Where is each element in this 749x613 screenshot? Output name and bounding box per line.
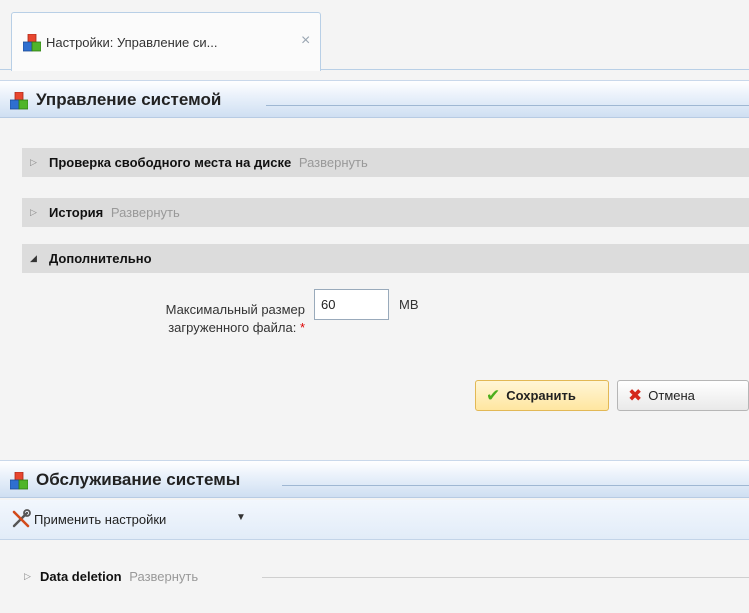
accordion-data-deletion[interactable]: ▷ Data deletion Развернуть [0,565,749,589]
blocks-icon [10,92,28,110]
accordion-title: История [49,205,104,220]
cancel-button[interactable]: ✖ Отмена [617,380,749,411]
accordion-additional[interactable]: ◢ Дополнительно [22,244,749,273]
checkmark-icon: ✔ [486,385,501,405]
apply-settings-button[interactable]: Применить настройки [34,512,166,527]
cancel-button-label: Отмена [648,388,695,403]
tab-settings[interactable]: Настройки: Управление си... × [11,12,321,71]
max-file-size-label: Максимальный размер загруженного файла: … [96,301,305,337]
label-line: загруженного файла: [168,320,297,335]
dropdown-caret-icon[interactable]: ▼ [236,512,246,523]
accordion-title: Дополнительно [49,251,152,266]
tools-icon [12,509,31,528]
accordion-history[interactable]: ▷ История Развернуть [22,198,749,227]
blocks-icon [23,34,41,52]
expand-arrow-icon: ▷ [30,207,37,217]
unit-label: MB [399,297,419,312]
accordion-title: Проверка свободного места на диске [49,155,292,170]
tab-strip: Настройки: Управление си... × [0,0,749,71]
tab-title: Настройки: Управление си... [46,35,218,50]
expand-arrow-icon: ▷ [30,157,37,167]
panel-gap [0,441,749,458]
label-line: Максимальный размер [165,302,305,317]
accordion-disk-space-check[interactable]: ▷ Проверка свободного места на диске Раз… [22,148,749,177]
header-divider [266,105,749,106]
system-maintenance-header: Обслуживание системы [0,460,749,498]
collapse-arrow-icon: ◢ [30,253,37,263]
section-title: Обслуживание системы [36,470,241,489]
save-button[interactable]: ✔ Сохранить [475,380,609,411]
maintenance-toolbar: Применить настройки ▼ [0,500,749,540]
section-title: Управление системой [36,90,222,109]
required-mark: * [299,320,305,335]
blocks-icon [10,472,28,490]
expand-link[interactable]: Развернуть [111,205,180,220]
accordion-title: Data deletion [40,569,122,584]
expand-link[interactable]: Развернуть [129,569,198,584]
expand-link[interactable]: Развернуть [299,155,368,170]
max-file-size-input[interactable] [314,289,389,320]
header-divider [282,485,749,486]
close-icon[interactable]: × [301,32,310,50]
save-button-label: Сохранить [506,388,576,403]
system-management-header: Управление системой [0,80,749,118]
divider-line [262,577,749,578]
expand-arrow-icon: ▷ [24,571,31,581]
cross-icon: ✖ [628,385,643,405]
